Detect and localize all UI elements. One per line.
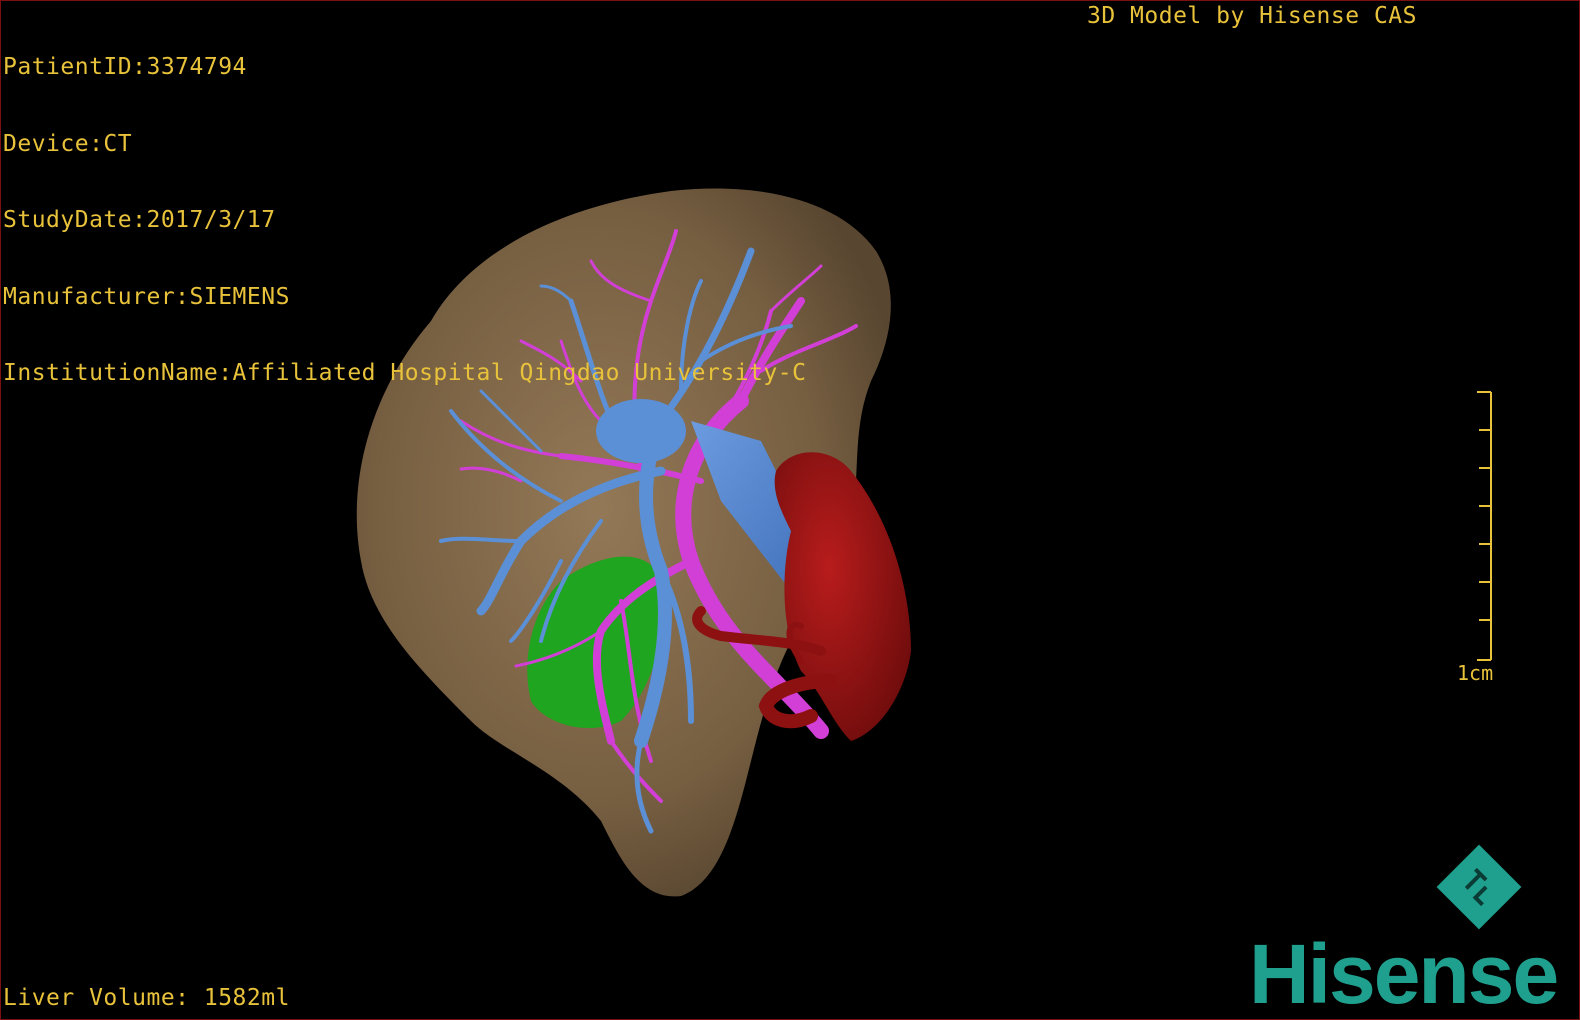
study-info-overlay: PatientID:3374794 Device:CT StudyDate:20… <box>3 4 806 438</box>
study-date-label: StudyDate:2017/3/17 <box>3 207 276 233</box>
3d-viewport[interactable]: PatientID:3374794 Device:CT StudyDate:20… <box>0 0 1580 1020</box>
hisense-logo-icon <box>1436 844 1522 930</box>
manufacturer-label: Manufacturer:SIEMENS <box>3 283 290 310</box>
device-label: Device:CT <box>3 130 133 157</box>
liver-volume-label: Liver Volume: 1582ml <box>3 984 290 1011</box>
patient-id-label: PatientID:3374794 <box>3 54 247 80</box>
hisense-logo-text: Hisense <box>1249 927 1559 1020</box>
institution-label: InstitutionName:Affiliated Hospital Qing… <box>3 360 807 386</box>
scale-bar <box>1477 391 1492 661</box>
scale-label: 1cm <box>1457 661 1494 685</box>
model-credit-label: 3D Model by Hisense CAS <box>1087 3 1417 29</box>
